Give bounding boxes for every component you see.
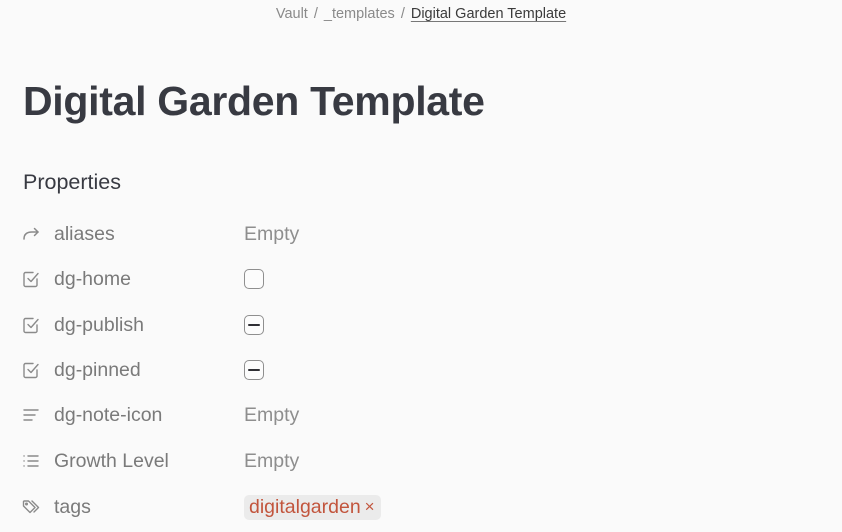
breadcrumb-item-templates[interactable]: _templates (324, 6, 395, 22)
property-label: dg-pinned (54, 358, 141, 381)
dg-pinned-checkbox[interactable] (244, 360, 264, 380)
page-title[interactable]: Digital Garden Template (23, 78, 485, 125)
breadcrumb-separator: / (400, 6, 405, 22)
tags-icon (22, 497, 44, 517)
property-label: dg-publish (54, 313, 144, 336)
property-value-aliases[interactable]: Empty (244, 223, 299, 246)
property-row-tags: tags digitalgarden × (22, 492, 722, 522)
checkbox-icon (22, 269, 44, 289)
alias-arrow-icon (22, 224, 44, 244)
checkbox-icon (22, 360, 44, 380)
breadcrumb-current[interactable]: Digital Garden Template (411, 6, 566, 22)
property-label: tags (54, 495, 91, 518)
breadcrumb-item-vault[interactable]: Vault (276, 6, 308, 22)
property-label: dg-note-icon (54, 403, 163, 426)
property-row-aliases: aliases Empty (22, 219, 722, 249)
property-label: Growth Level (54, 449, 169, 472)
breadcrumb-separator: / (313, 6, 318, 22)
property-key[interactable]: aliases (22, 223, 244, 246)
property-value-growth-level[interactable]: Empty (244, 450, 299, 473)
property-row-dg-pinned: dg-pinned (22, 355, 722, 385)
property-key[interactable]: dg-publish (22, 314, 244, 337)
tag-remove-icon[interactable]: × (365, 497, 375, 517)
property-row-dg-publish: dg-publish (22, 310, 722, 340)
checkbox-icon (22, 315, 44, 335)
property-row-dg-note-icon: dg-note-icon Empty (22, 400, 722, 430)
list-icon (22, 451, 44, 471)
properties-heading[interactable]: Properties (23, 170, 121, 195)
property-key[interactable]: Growth Level (22, 450, 244, 473)
property-key[interactable]: dg-note-icon (22, 404, 244, 427)
breadcrumb: Vault / _templates / Digital Garden Template (0, 6, 842, 22)
dg-publish-checkbox[interactable] (244, 315, 264, 335)
property-value-dg-home (244, 269, 264, 289)
text-lines-icon (22, 405, 44, 425)
property-label: dg-home (54, 267, 131, 290)
property-key[interactable]: tags (22, 496, 244, 519)
property-key[interactable]: dg-pinned (22, 359, 244, 382)
property-row-growth-level: Growth Level Empty (22, 446, 722, 476)
tag-label[interactable]: digitalgarden (249, 496, 361, 519)
property-row-dg-home: dg-home (22, 264, 722, 294)
property-value-dg-publish (244, 315, 264, 335)
dg-home-checkbox[interactable] (244, 269, 264, 289)
property-value-dg-note-icon[interactable]: Empty (244, 404, 299, 427)
property-value-tags: digitalgarden × (244, 494, 381, 520)
property-label: aliases (54, 222, 115, 245)
property-value-dg-pinned (244, 360, 264, 380)
tag-pill[interactable]: digitalgarden × (244, 494, 381, 520)
property-key[interactable]: dg-home (22, 268, 244, 291)
